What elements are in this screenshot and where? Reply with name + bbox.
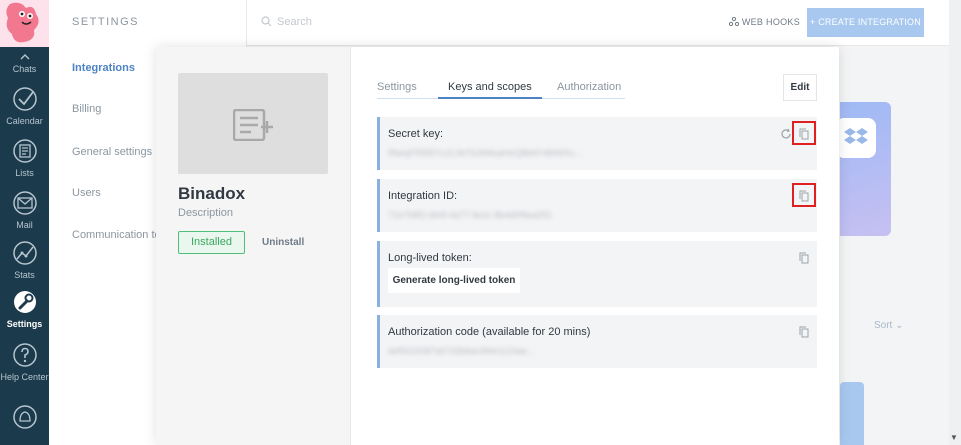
authorization-code-value: def5020087a57d3b6ac9f4e1124ae... (388, 346, 535, 356)
integration-id-field: Integration ID: 71e7b8f2-d64f-4a77-9e1c-… (377, 179, 817, 232)
nav-item-stats[interactable]: Stats (0, 240, 49, 280)
nav-item-lists[interactable]: Lists (0, 138, 49, 178)
nav-item-label: Help Center (0, 372, 49, 382)
create-integration-button[interactable]: + CREATE INTEGRATION (807, 8, 924, 37)
sidebar-item-communication[interactable]: Communication to (72, 229, 161, 241)
background-card-bottom (840, 382, 864, 445)
active-tab-indicator (438, 97, 542, 99)
copy-icon[interactable] (799, 189, 809, 202)
tab-keys-and-scopes[interactable]: Keys and scopes (448, 81, 532, 93)
authorization-code-field: Authorization code (available for 20 min… (377, 315, 817, 368)
chevron-up-icon (0, 52, 49, 62)
refresh-icon[interactable] (780, 127, 792, 145)
webhooks-label: WEB HOOKS (741, 17, 801, 27)
search-input[interactable]: Search (261, 16, 312, 30)
uninstall-button[interactable]: Uninstall (262, 237, 304, 248)
chevron-down-icon: ⌄ (895, 320, 904, 331)
mail-icon (0, 190, 49, 218)
nav-item-label: Chats (12, 64, 37, 74)
document-plus-icon (233, 109, 273, 141)
top-bar: Search WEB HOOKS + CREATE INTEGRATION (247, 0, 961, 46)
integration-name: Binadox (178, 184, 246, 203)
help-icon (0, 342, 49, 370)
left-nav: Chats Calendar Lists Mail Stats Settings (0, 0, 49, 445)
sidebar-item-users[interactable]: Users (72, 187, 101, 199)
copy-icon[interactable] (799, 127, 809, 140)
nav-item-support[interactable] (0, 404, 49, 434)
nav-item-label: Lists (15, 168, 34, 178)
long-lived-token-label: Long-lived token: (388, 252, 472, 264)
dropbox-icon (844, 128, 868, 144)
nav-item-label: Settings (6, 319, 43, 329)
nav-item-calendar[interactable]: Calendar (0, 86, 49, 126)
nav-item-label: Stats (14, 270, 35, 280)
sidebar-item-integrations[interactable]: Integrations (72, 62, 135, 74)
search-placeholder: Search (277, 16, 312, 28)
sort-label: Sort (874, 320, 893, 331)
copy-icon[interactable] (799, 251, 809, 264)
long-lived-token-field: Long-lived token: Generate long-lived to… (377, 241, 817, 307)
secret-key-value: RbeqFR5fDYz1LhkT6JhMsaHeQ8bKFdMWXn... (388, 148, 583, 158)
modal-right-panel: Settings Keys and scopes Authorization E… (351, 47, 839, 445)
integration-modal: Binadox Description Installed Uninstall … (156, 47, 839, 445)
dropbox-logo (836, 118, 876, 158)
avatar[interactable] (0, 0, 49, 47)
list-icon (0, 138, 49, 166)
secret-key-field: Secret key: RbeqFR5fDYz1LhkT6JhMsaHeQ8bK… (377, 117, 817, 170)
sort-dropdown[interactable]: Sort ⌄ (874, 320, 904, 331)
generate-long-lived-token-button[interactable]: Generate long-lived token (388, 268, 520, 293)
copy-icon[interactable] (799, 325, 809, 338)
search-icon (261, 16, 272, 30)
nav-item-label: Calendar (6, 116, 43, 126)
nav-item-mail[interactable]: Mail (0, 190, 49, 230)
web-hooks-button[interactable]: WEB HOOKS (728, 16, 801, 27)
integration-description: Description (178, 207, 234, 219)
sidebar-item-general-settings[interactable]: General settings (72, 146, 152, 158)
nav-item-help-center[interactable]: Help Center (0, 342, 49, 382)
support-bell-icon (0, 404, 49, 432)
authorization-code-label: Authorization code (available for 20 min… (388, 326, 591, 338)
installed-button[interactable]: Installed (178, 231, 245, 254)
sidebar-item-billing[interactable]: Billing (72, 103, 101, 115)
nav-item-chats[interactable]: Chats (0, 52, 49, 74)
nav-item-label: Mail (16, 220, 33, 230)
avatar-mascot-icon (6, 2, 39, 43)
webhooks-icon (728, 16, 742, 27)
edit-button[interactable]: Edit (783, 74, 817, 101)
secret-key-label: Secret key: (388, 128, 444, 140)
nav-item-settings[interactable]: Settings (0, 289, 49, 329)
tab-settings[interactable]: Settings (377, 81, 417, 93)
sidebar-title: SETTINGS (72, 16, 140, 28)
modal-left-panel: Binadox Description Installed Uninstall (156, 47, 351, 445)
integration-id-value: 71e7b8f2-d64f-4a77-9e1c-8b4d0f9ea251 (388, 210, 553, 220)
tab-authorization[interactable]: Authorization (557, 81, 621, 93)
wrench-icon (0, 289, 49, 317)
calendar-check-icon (0, 86, 49, 114)
scrollbar[interactable] (949, 0, 961, 445)
integration-id-label: Integration ID: (388, 190, 458, 202)
scroll-down-arrow-icon[interactable]: ▼ (950, 433, 958, 442)
integration-logo (178, 73, 328, 174)
stats-icon (0, 240, 49, 268)
